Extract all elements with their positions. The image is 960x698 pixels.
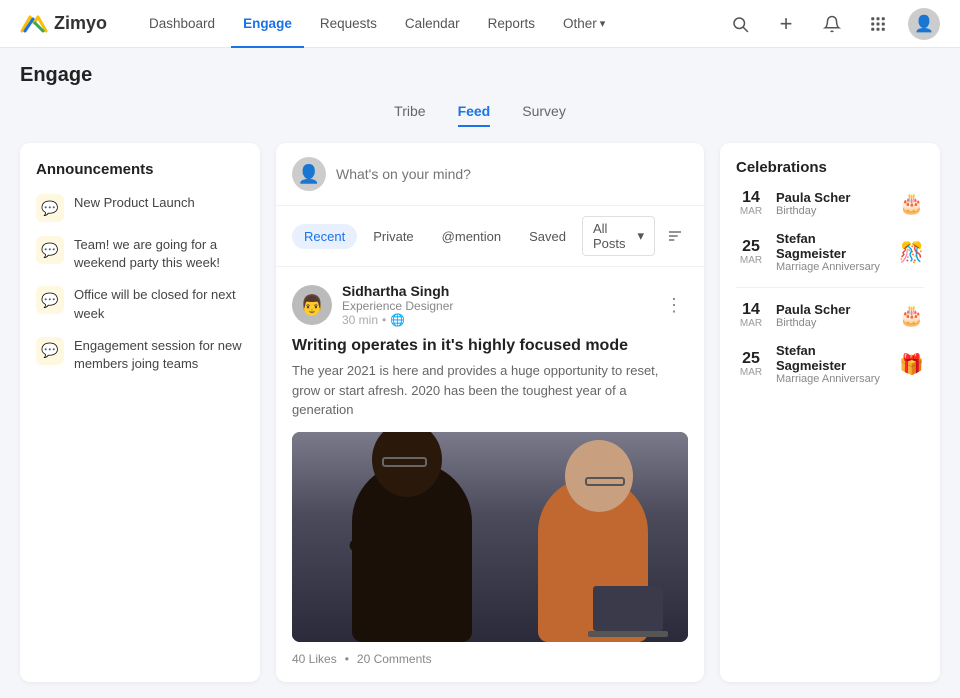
top-navigation: Zimyo Dashboard Engage Requests Calendar…	[0, 0, 960, 48]
nav-reports[interactable]: Reports	[476, 0, 547, 48]
cel-name-1: Stefan Sagmeister	[776, 231, 889, 261]
chevron-down-icon: ▾	[600, 17, 606, 30]
filter-sort-button[interactable]	[663, 221, 688, 251]
celebration-item-0: 14 Mar Paula Scher Birthday 🎂	[736, 190, 924, 217]
add-button[interactable]: +	[770, 8, 802, 40]
logo[interactable]: Zimyo	[20, 13, 107, 35]
cel-date-3: 25 Mar	[736, 351, 766, 378]
logo-text: Zimyo	[54, 13, 107, 34]
post-excerpt: The year 2021 is here and provides a hug…	[292, 361, 688, 420]
announcement-icon-1: 💬	[36, 236, 64, 264]
composer-avatar: 👤	[292, 157, 326, 191]
notification-button[interactable]	[816, 8, 848, 40]
cel-type-1: Marriage Anniversary	[776, 261, 889, 273]
announcements-title: Announcements	[36, 161, 244, 178]
post-author-info: 👨 Sidhartha Singh Experience Designer 30…	[292, 283, 453, 327]
sub-tabs: Tribe Feed Survey	[20, 103, 940, 127]
post-item: 👨 Sidhartha Singh Experience Designer 30…	[276, 267, 704, 682]
post-title: Writing operates in it's highly focused …	[292, 337, 688, 355]
chevron-down-icon: ▾	[637, 228, 644, 244]
main-layout: Announcements 💬 New Product Launch 💬 Tea…	[20, 143, 940, 682]
divider	[736, 287, 924, 288]
post-more-button[interactable]: ⋮	[660, 291, 688, 319]
user-avatar[interactable]: 👤	[908, 8, 940, 40]
search-button[interactable]	[724, 8, 756, 40]
post-avatar: 👨	[292, 285, 332, 325]
nav-engage[interactable]: Engage	[231, 0, 304, 48]
bell-icon	[823, 15, 841, 33]
announcement-icon-2: 💬	[36, 286, 64, 314]
nav-requests[interactable]: Requests	[308, 0, 389, 48]
cel-date-0: 14 Mar	[736, 190, 766, 217]
announcement-text-2: Office will be closed for next week	[74, 286, 244, 322]
announcement-text-0: New Product Launch	[74, 194, 195, 212]
apps-icon	[869, 15, 887, 33]
nav-dashboard[interactable]: Dashboard	[137, 0, 227, 48]
post-author-name: Sidhartha Singh	[342, 283, 453, 299]
cel-type-0: Birthday	[776, 205, 889, 217]
globe-icon: 🌐	[390, 313, 405, 327]
celebration-item-3: 25 Mar Stefan Sagmeister Marriage Annive…	[736, 343, 924, 385]
post-likes: 40 Likes	[292, 652, 337, 666]
announcement-text-3: Engagement session for new members joing…	[74, 337, 244, 373]
composer-input[interactable]	[336, 166, 688, 182]
filter-saved[interactable]: Saved	[517, 224, 578, 249]
cel-date-2: 14 Mar	[736, 302, 766, 329]
filter-right: All Posts ▾	[582, 216, 688, 256]
filter-private[interactable]: Private	[361, 224, 425, 249]
announcement-item: 💬 New Product Launch	[36, 194, 244, 222]
nav-links: Dashboard Engage Requests Calendar Repor…	[137, 0, 724, 48]
celebration-item-2: 14 Mar Paula Scher Birthday 🎂	[736, 302, 924, 329]
post-stats: 40 Likes • 20 Comments	[292, 652, 688, 666]
filter-bar: Recent Private @mention Saved All Posts …	[276, 206, 704, 267]
post-author-role: Experience Designer	[342, 299, 453, 313]
post-author-details: Sidhartha Singh Experience Designer 30 m…	[342, 283, 453, 327]
tab-tribe[interactable]: Tribe	[394, 103, 425, 127]
celebrations-card: Celebrations 14 Mar Paula Scher Birthday…	[720, 143, 940, 682]
cel-name-2: Paula Scher	[776, 302, 889, 317]
page-container: Engage Tribe Feed Survey Announcements 💬…	[0, 48, 960, 698]
apps-button[interactable]	[862, 8, 894, 40]
post-header: 👨 Sidhartha Singh Experience Designer 30…	[292, 283, 688, 327]
sort-icon	[667, 228, 683, 244]
announcements-card: Announcements 💬 New Product Launch 💬 Tea…	[20, 143, 260, 682]
nav-calendar[interactable]: Calendar	[393, 0, 472, 48]
filter-recent[interactable]: Recent	[292, 224, 357, 249]
page-title: Engage	[20, 64, 940, 87]
cel-emoji-1: 🎊	[899, 240, 924, 265]
post-image	[292, 432, 688, 642]
feed-card: 👤 Recent Private @mention Saved All Post…	[276, 143, 704, 682]
nav-other[interactable]: Other ▾	[551, 0, 617, 48]
post-composer: 👤	[276, 143, 704, 206]
tab-feed[interactable]: Feed	[458, 103, 491, 127]
cel-date-1: 25 Mar	[736, 239, 766, 266]
cel-name-0: Paula Scher	[776, 190, 889, 205]
announcement-item-1: 💬 Team! we are going for a weekend party…	[36, 236, 244, 272]
announcement-item-2: 💬 Office will be closed for next week	[36, 286, 244, 322]
celebrations-title: Celebrations	[736, 159, 924, 176]
celebration-item-1: 25 Mar Stefan Sagmeister Marriage Annive…	[736, 231, 924, 273]
announcement-icon-0: 💬	[36, 194, 64, 222]
post-image-inner	[292, 432, 688, 642]
tab-survey[interactable]: Survey	[522, 103, 566, 127]
zimyo-logo-icon	[20, 13, 48, 35]
nav-actions: + 👤	[724, 8, 940, 40]
cel-name-3: Stefan Sagmeister	[776, 343, 889, 373]
cel-type-2: Birthday	[776, 317, 889, 329]
search-icon	[731, 15, 749, 33]
announcement-text-1: Team! we are going for a weekend party t…	[74, 236, 244, 272]
cel-emoji-0: 🎂	[899, 191, 924, 216]
post-comments: 20 Comments	[357, 652, 432, 666]
cel-type-3: Marriage Anniversary	[776, 373, 889, 385]
announcement-item-3: 💬 Engagement session for new members joi…	[36, 337, 244, 373]
cel-emoji-2: 🎂	[899, 303, 924, 328]
all-posts-dropdown[interactable]: All Posts ▾	[582, 216, 655, 256]
filter-mention[interactable]: @mention	[430, 224, 513, 249]
post-meta: 30 min • 🌐	[342, 313, 453, 327]
cel-emoji-3: 🎁	[899, 352, 924, 377]
announcement-icon-3: 💬	[36, 337, 64, 365]
